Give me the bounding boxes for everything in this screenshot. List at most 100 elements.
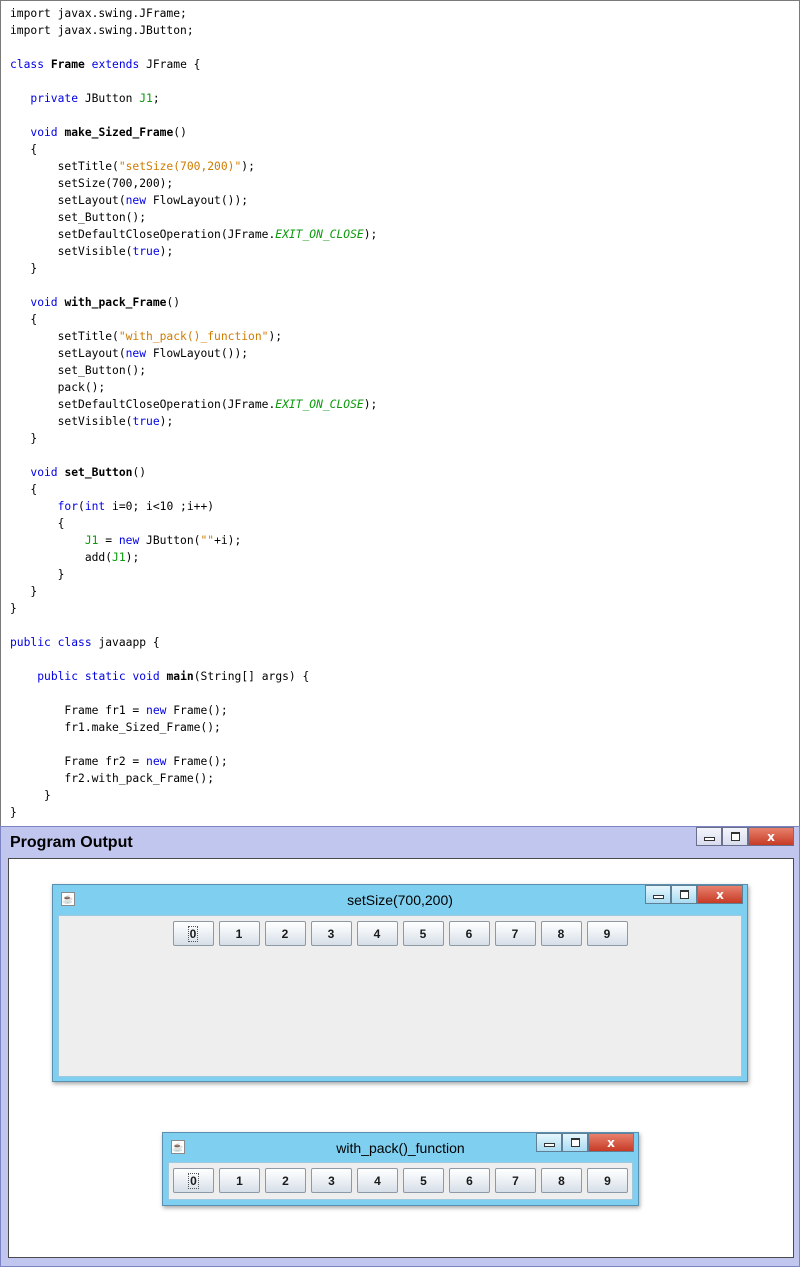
code-line: J1 = new JButton(""+i); xyxy=(10,532,377,549)
code-token: { xyxy=(10,313,38,326)
output-window-controls: x xyxy=(696,827,796,847)
code-token: void xyxy=(30,126,58,139)
code-line: for(int i=0; i<10 ;i++) xyxy=(10,498,377,515)
maximize-icon xyxy=(730,832,740,841)
code-token: new xyxy=(125,347,147,360)
code-line: pack(); xyxy=(10,379,377,396)
packed-frame-minimize-button[interactable] xyxy=(536,1133,562,1152)
code-view: import javax.swing.JFrame; import javax.s… xyxy=(10,5,377,821)
jbutton-8[interactable]: 8 xyxy=(541,1168,582,1193)
code-line: setSize(700,200); xyxy=(10,175,377,192)
code-token: "" xyxy=(200,534,215,547)
code-token: "with_pack()_function" xyxy=(118,330,269,343)
jbutton-1[interactable]: 1 xyxy=(218,921,260,946)
jbutton-7[interactable]: 7 xyxy=(495,1168,536,1193)
code-line: void make_Sized_Frame() xyxy=(10,124,377,141)
code-line: { xyxy=(10,311,377,328)
jbutton-label: 7 xyxy=(512,1173,519,1188)
close-button[interactable]: x xyxy=(748,827,794,846)
jbutton-0[interactable]: 0 xyxy=(173,1168,214,1193)
code-token: import javax.swing.JFrame; xyxy=(10,7,187,20)
code-token: } xyxy=(10,806,17,819)
code-line: } xyxy=(10,566,377,583)
jbutton-4[interactable]: 4 xyxy=(356,921,398,946)
jbutton-label: 9 xyxy=(604,1173,611,1188)
jbutton-label: 8 xyxy=(557,926,565,941)
packed-frame-maximize-button[interactable] xyxy=(562,1133,588,1152)
jbutton-0[interactable]: 0 xyxy=(172,921,214,946)
sized-frame-maximize-button[interactable] xyxy=(671,885,697,904)
code-token: } xyxy=(10,432,38,445)
jbutton-6[interactable]: 6 xyxy=(448,921,490,946)
jbutton-label: 1 xyxy=(236,1173,243,1188)
jbutton-label: 0 xyxy=(188,1172,199,1189)
minimize-icon xyxy=(652,895,664,899)
code-token: static xyxy=(84,670,126,683)
code-line: setTitle("with_pack()_function"); xyxy=(10,328,377,345)
code-token: ); xyxy=(125,551,140,564)
sized-frame-minimize-button[interactable] xyxy=(645,885,671,904)
jbutton-label: 4 xyxy=(374,1173,381,1188)
code-token: ; xyxy=(152,92,160,105)
jbutton-6[interactable]: 6 xyxy=(449,1168,490,1193)
jbutton-label: 6 xyxy=(466,1173,473,1188)
code-token: Frame xyxy=(50,58,85,71)
code-line: import javax.swing.JFrame; xyxy=(10,5,377,22)
code-token: new xyxy=(125,194,147,207)
code-token: () xyxy=(132,466,147,479)
code-line: { xyxy=(10,481,377,498)
code-token: void xyxy=(30,296,58,309)
maximize-icon xyxy=(679,890,689,899)
code-token: import javax.swing.JButton; xyxy=(10,24,194,37)
packed-frame-titlebar[interactable]: ☕ with_pack()_function x xyxy=(163,1133,638,1163)
maximize-button[interactable] xyxy=(722,827,748,846)
jbutton-2[interactable]: 2 xyxy=(265,1168,306,1193)
code-token: class xyxy=(57,636,92,649)
code-token: { xyxy=(10,517,65,530)
code-token: fr2.with_pack_Frame(); xyxy=(10,772,215,785)
code-token: for xyxy=(57,500,79,513)
jbutton-4[interactable]: 4 xyxy=(357,1168,398,1193)
code-token: Frame fr1 = xyxy=(10,704,147,717)
sized-frame-title: setSize(700,200) xyxy=(347,892,453,908)
code-line: set_Button(); xyxy=(10,362,377,379)
jbutton-label: 8 xyxy=(558,1173,565,1188)
code-line: setDefaultCloseOperation(JFrame.EXIT_ON_… xyxy=(10,396,378,413)
jbutton-9[interactable]: 9 xyxy=(587,1168,628,1193)
code-token: J1 xyxy=(112,551,126,564)
code-line: public class javaapp { xyxy=(10,634,377,651)
jbutton-label: 2 xyxy=(282,1173,289,1188)
code-token: } xyxy=(10,262,38,275)
code-token: public xyxy=(10,636,51,649)
jbutton-3[interactable]: 3 xyxy=(310,921,352,946)
code-token: set_Button xyxy=(64,466,133,479)
minimize-button[interactable] xyxy=(696,827,722,846)
jbutton-5[interactable]: 5 xyxy=(403,1168,444,1193)
code-line: Frame fr1 = new Frame(); xyxy=(10,702,377,719)
jbutton-label: 7 xyxy=(511,926,519,941)
maximize-icon xyxy=(570,1138,580,1147)
jbutton-2[interactable]: 2 xyxy=(264,921,306,946)
jbutton-1[interactable]: 1 xyxy=(219,1168,260,1193)
jbutton-3[interactable]: 3 xyxy=(311,1168,352,1193)
packed-frame-close-button[interactable]: x xyxy=(588,1133,634,1152)
code-token: J1 xyxy=(139,92,153,105)
sized-frame-close-button[interactable]: x xyxy=(697,885,743,904)
code-token: new xyxy=(146,704,167,717)
sized-frame-titlebar[interactable]: ☕ setSize(700,200) x xyxy=(53,885,747,915)
code-token: setTitle( xyxy=(10,160,119,173)
code-token: add( xyxy=(10,551,113,564)
code-token: void xyxy=(132,670,160,683)
jbutton-8[interactable]: 8 xyxy=(540,921,582,946)
code-token: setVisible( xyxy=(10,245,133,258)
code-line: setVisible(true); xyxy=(10,243,377,260)
close-icon: x xyxy=(767,829,775,844)
code-token: JFrame { xyxy=(139,58,201,71)
jbutton-7[interactable]: 7 xyxy=(494,921,536,946)
jbutton-9[interactable]: 9 xyxy=(586,921,628,946)
code-token: true xyxy=(132,415,160,428)
jbutton-label: 5 xyxy=(420,1173,427,1188)
code-line: } xyxy=(10,804,377,821)
code-token: Frame(); xyxy=(166,704,228,717)
jbutton-5[interactable]: 5 xyxy=(402,921,444,946)
